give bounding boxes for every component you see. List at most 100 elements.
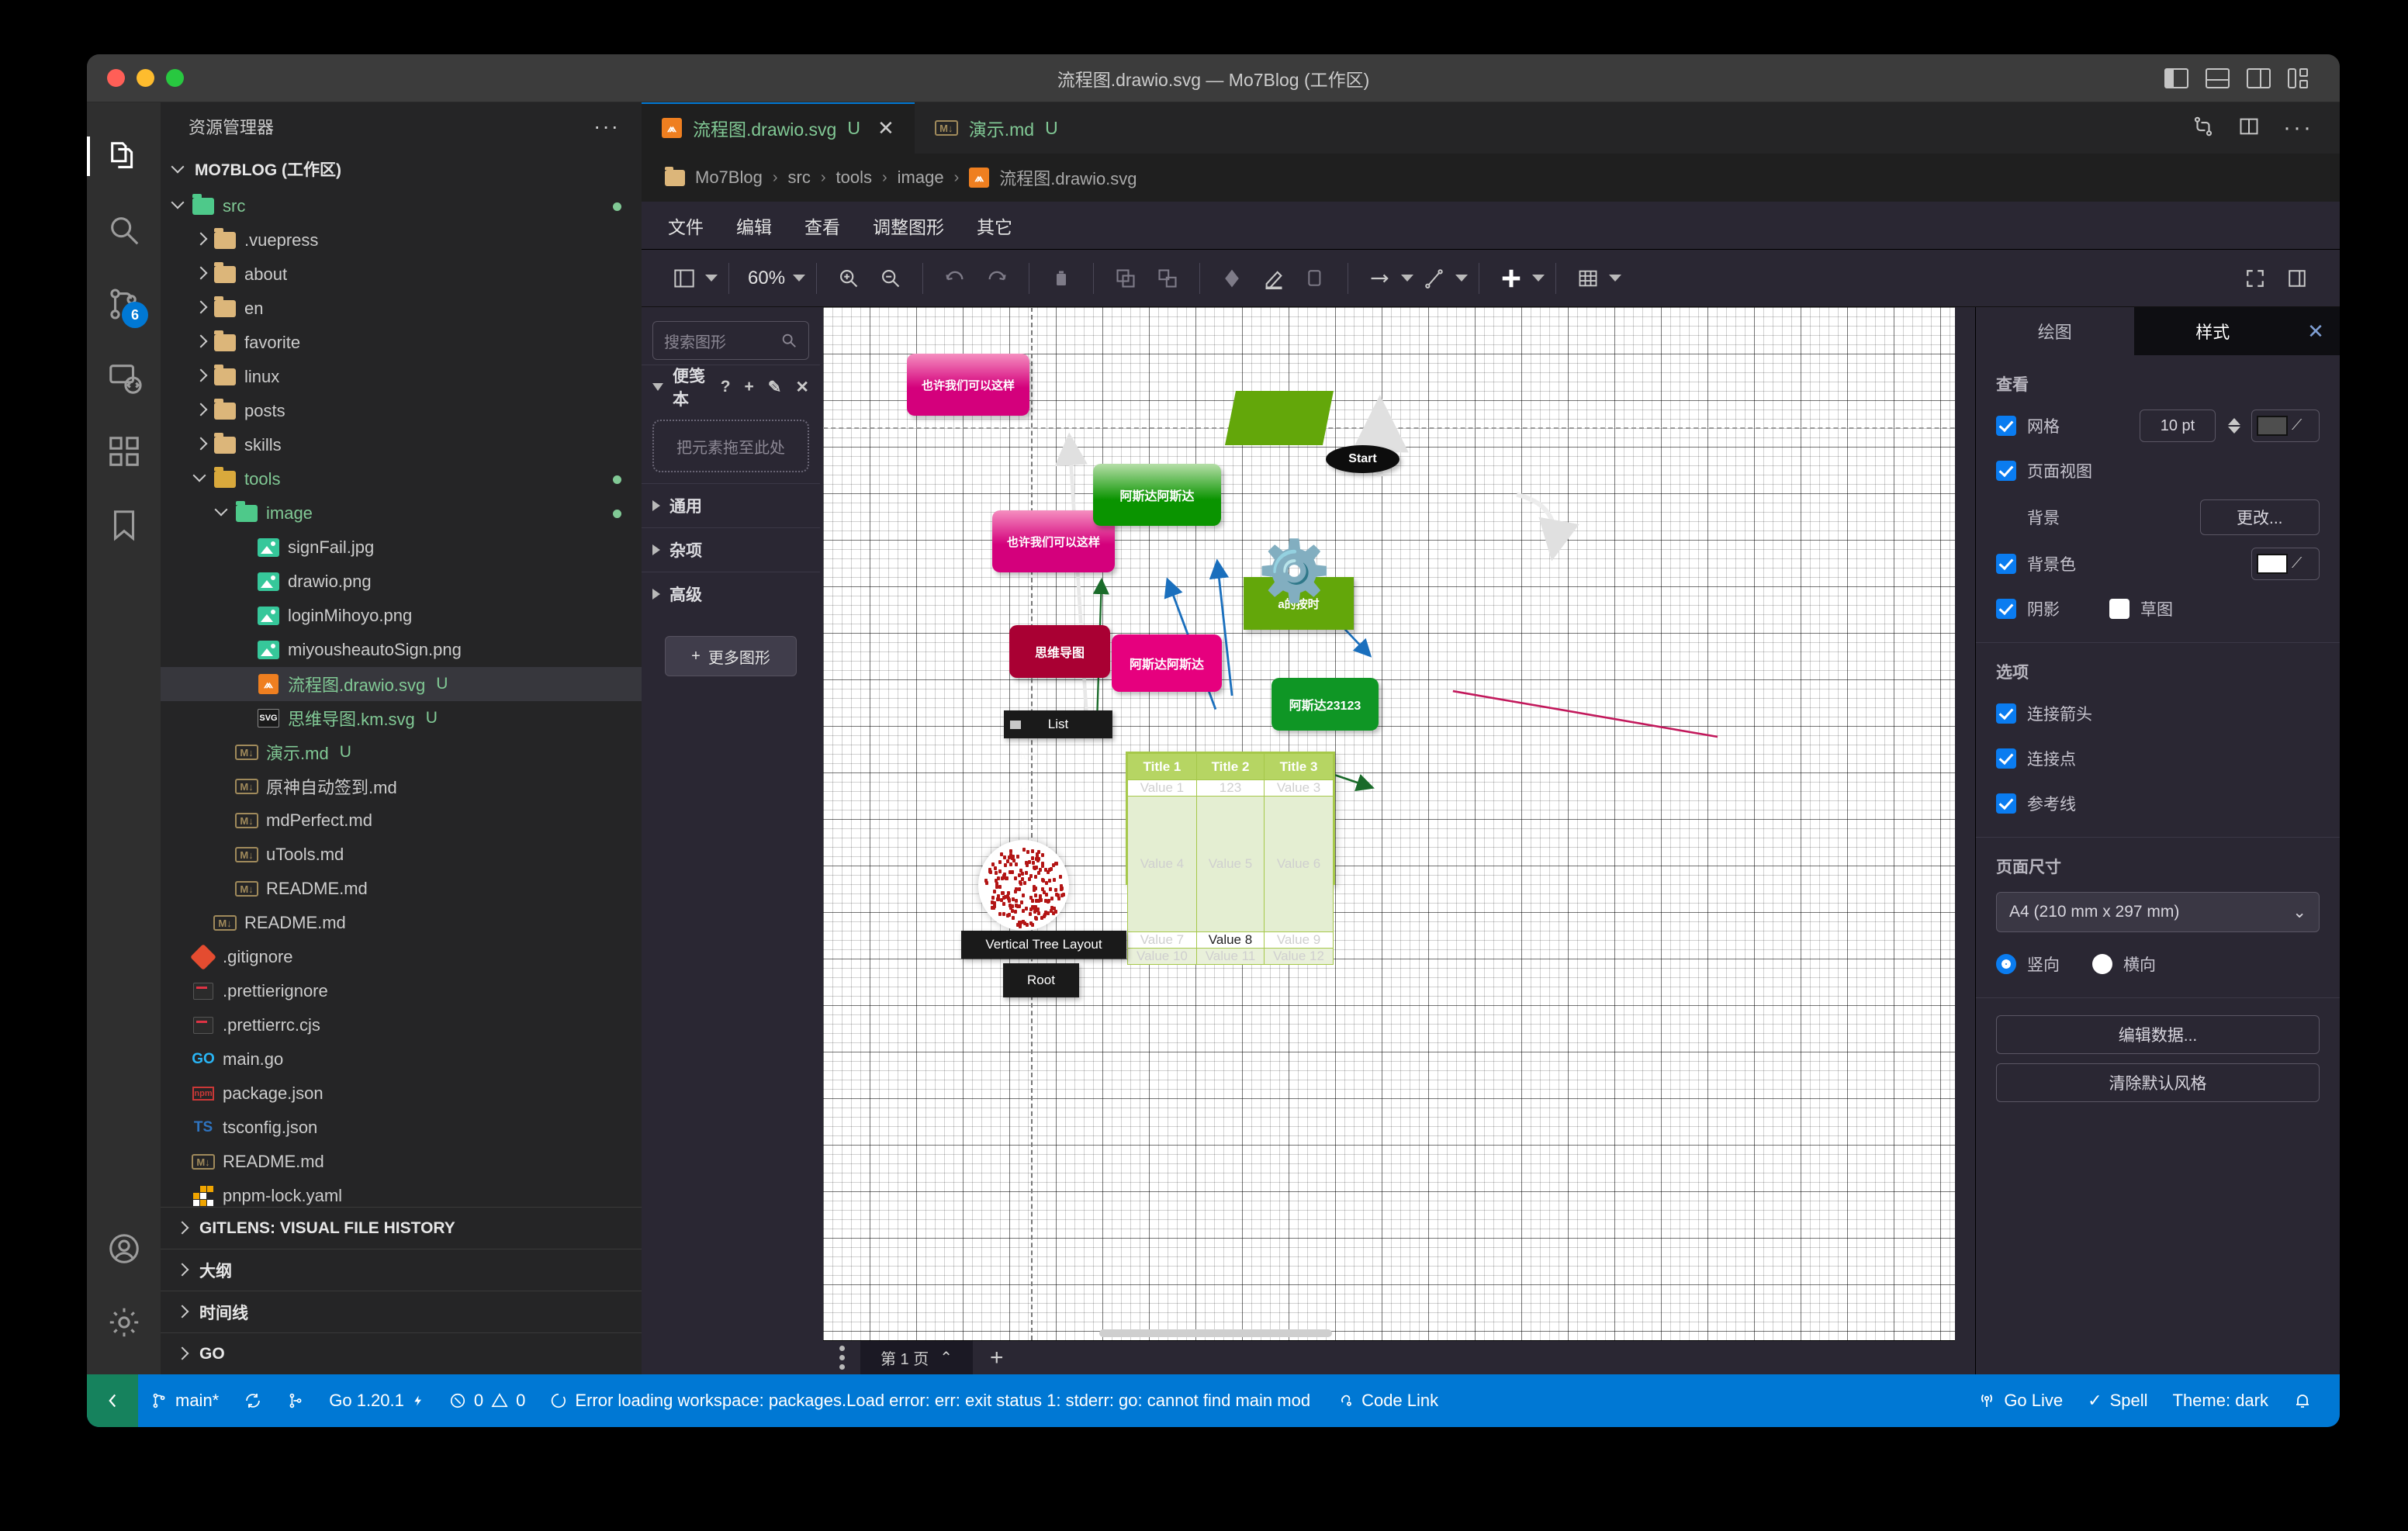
explorer-panel-header[interactable]: GO bbox=[161, 1332, 642, 1374]
sidebar-item-explorer[interactable] bbox=[87, 119, 161, 193]
file-tree-row[interactable]: loginMihoyo.png bbox=[161, 599, 642, 633]
clear-default-style-button[interactable]: 清除默认风格 bbox=[1996, 1063, 2320, 1102]
breadcrumb-item[interactable]: tools bbox=[836, 168, 872, 188]
shape-section-header[interactable]: 杂项 bbox=[642, 528, 820, 572]
file-tree-row[interactable]: M↓ mdPerfect.md bbox=[161, 804, 642, 838]
breadcrumb-item[interactable]: Mo7Blog bbox=[695, 168, 763, 188]
view-layout-caret-icon[interactable] bbox=[705, 275, 718, 282]
connection-points-checkbox[interactable] bbox=[1996, 748, 2016, 769]
page-menu-icon[interactable] bbox=[823, 1346, 860, 1370]
shape-section-action[interactable]: + bbox=[745, 378, 754, 397]
breadcrumb-item[interactable]: src bbox=[788, 168, 811, 188]
file-tree-row[interactable]: favorite bbox=[161, 326, 642, 360]
scratchpad-dropzone[interactable]: 把元素拖至此处 bbox=[652, 420, 809, 472]
connection-arrows-checkbox[interactable] bbox=[1996, 703, 2016, 724]
split-editor-icon[interactable] bbox=[2238, 116, 2260, 141]
status-notifications[interactable] bbox=[2281, 1391, 2324, 1410]
window-controls[interactable] bbox=[87, 69, 184, 87]
file-tree-row[interactable]: .vuepress bbox=[161, 223, 642, 257]
file-tree-row[interactable]: posts bbox=[161, 394, 642, 428]
list-item[interactable]: Item 2 bbox=[1004, 774, 1112, 810]
drawio-menu-item[interactable]: 其它 bbox=[977, 213, 1012, 239]
view-layout-icon[interactable] bbox=[663, 257, 705, 299]
close-window-button[interactable] bbox=[107, 69, 125, 87]
shape-section-action[interactable]: ✎ bbox=[768, 378, 782, 397]
tree-root-node[interactable]: Root bbox=[1003, 963, 1079, 997]
breadcrumb-item[interactable]: 流程图.drawio.svg bbox=[999, 165, 1137, 190]
list-shape[interactable]: List Item 1 Item 2 Item 3 bbox=[1004, 710, 1112, 845]
canvas-horizontal-scrollbar[interactable] bbox=[1099, 1329, 1332, 1337]
background-color-checkbox[interactable] bbox=[1996, 554, 2016, 574]
shape-section-header[interactable]: 便笺本? + ✎ ✕ bbox=[642, 365, 820, 409]
grid-size-stepper[interactable] bbox=[2228, 418, 2240, 434]
table-caret-icon[interactable] bbox=[1609, 275, 1621, 282]
file-tree-row[interactable]: signFail.jpg bbox=[161, 530, 642, 565]
chevron-right-icon[interactable] bbox=[193, 402, 212, 420]
explorer-more-button[interactable]: ··· bbox=[593, 121, 620, 132]
line-color-icon[interactable] bbox=[1253, 257, 1295, 299]
file-tree-row[interactable]: M↓ README.md bbox=[161, 1145, 642, 1179]
diagram-node[interactable]: 也许我们可以这样 bbox=[907, 354, 1029, 416]
file-tree-row[interactable]: tools bbox=[161, 462, 642, 496]
status-git-compare[interactable] bbox=[275, 1391, 317, 1410]
diagram-node[interactable]: 阿斯达阿斯达 bbox=[1112, 634, 1222, 692]
sketch-checkbox[interactable] bbox=[2109, 599, 2129, 619]
status-go-live[interactable]: Go Live bbox=[1965, 1391, 2075, 1411]
line-style-caret-icon[interactable] bbox=[1455, 275, 1468, 282]
file-tree-row[interactable]: M↓ 原神自动签到.md bbox=[161, 769, 642, 804]
file-tree-row[interactable]: image bbox=[161, 496, 642, 530]
file-tree-row[interactable]: GO main.go bbox=[161, 1042, 642, 1077]
file-tree-row[interactable]: npm package.json bbox=[161, 1077, 642, 1111]
minimize-window-button[interactable] bbox=[137, 69, 154, 87]
list-item[interactable]: Item 1 bbox=[1004, 738, 1112, 774]
compare-icon[interactable] bbox=[2192, 115, 2215, 142]
diagram-node[interactable]: 阿斯达阿斯达 bbox=[1093, 464, 1221, 526]
delete-icon[interactable] bbox=[1040, 257, 1082, 299]
tab-diagram[interactable]: 绘图 bbox=[1976, 307, 2134, 355]
file-tree-row[interactable]: ⩕ 流程图.drawio.svg U bbox=[161, 667, 642, 701]
toggle-primary-sidebar-icon[interactable] bbox=[2164, 68, 2188, 88]
tab-style[interactable]: 样式 bbox=[2134, 307, 2292, 355]
chevron-down-icon[interactable] bbox=[171, 197, 190, 216]
status-branch[interactable]: main* bbox=[138, 1391, 231, 1411]
file-tree-row[interactable]: SVG 思维导图.km.svg U bbox=[161, 701, 642, 735]
drawio-menu-item[interactable]: 文件 bbox=[668, 213, 704, 239]
zoom-out-icon[interactable] bbox=[870, 257, 912, 299]
background-color-picker[interactable]: ⟋ bbox=[2251, 548, 2320, 580]
status-go-version[interactable]: Go 1.20.1 bbox=[317, 1391, 437, 1411]
zoom-in-icon[interactable] bbox=[828, 257, 870, 299]
shape-section-action[interactable]: ? bbox=[721, 378, 731, 397]
page-tab[interactable]: 第 1 页 ⌃ bbox=[860, 1341, 973, 1374]
status-message[interactable]: Error loading workspace: packages.Load e… bbox=[538, 1391, 1323, 1411]
diagram-node[interactable] bbox=[1225, 391, 1334, 445]
status-spell[interactable]: ✓ Spell bbox=[2075, 1391, 2160, 1411]
explorer-panel-header[interactable]: 时间线 bbox=[161, 1291, 642, 1332]
change-background-button[interactable]: 更改... bbox=[2200, 499, 2320, 535]
chevron-up-icon[interactable]: ⌃ bbox=[939, 1348, 953, 1367]
add-page-button[interactable]: + bbox=[973, 1345, 1021, 1371]
editor-tab[interactable]: ⩕ 流程图.drawio.svg U ✕ bbox=[642, 102, 915, 154]
file-tree-row[interactable]: M↓ README.md bbox=[161, 872, 642, 906]
status-sync[interactable] bbox=[231, 1391, 275, 1410]
table-icon[interactable] bbox=[1567, 257, 1609, 299]
line-style-icon[interactable] bbox=[1413, 257, 1455, 299]
customize-layout-icon[interactable] bbox=[2288, 68, 2312, 88]
diagram-node[interactable]: 思维导图 bbox=[1009, 625, 1110, 678]
drawio-menu-item[interactable]: 调整图形 bbox=[873, 213, 944, 239]
file-tree-row[interactable]: pnpm-lock.yaml bbox=[161, 1179, 642, 1207]
file-tree-row[interactable]: linux bbox=[161, 360, 642, 394]
chevron-right-icon[interactable] bbox=[193, 299, 212, 318]
file-tree-row[interactable]: M↓ README.md bbox=[161, 906, 642, 940]
portrait-radio[interactable] bbox=[1996, 954, 2016, 974]
close-format-panel-button[interactable]: ✕ bbox=[2292, 307, 2340, 355]
remote-indicator[interactable] bbox=[87, 1374, 138, 1427]
editor-tab[interactable]: M↓ 演示.md U bbox=[915, 102, 1078, 154]
chevron-right-icon[interactable] bbox=[193, 265, 212, 284]
shape-section-action[interactable]: ✕ bbox=[795, 378, 809, 397]
file-tree-row[interactable]: M↓ 演示.md U bbox=[161, 735, 642, 769]
accounts-button[interactable] bbox=[87, 1211, 161, 1285]
sidebar-item-extensions[interactable] bbox=[87, 414, 161, 488]
diagram-node[interactable]: 阿斯达23123 bbox=[1271, 678, 1379, 731]
insert-icon[interactable] bbox=[1490, 257, 1532, 299]
file-tree-row[interactable]: TS tsconfig.json bbox=[161, 1111, 642, 1145]
